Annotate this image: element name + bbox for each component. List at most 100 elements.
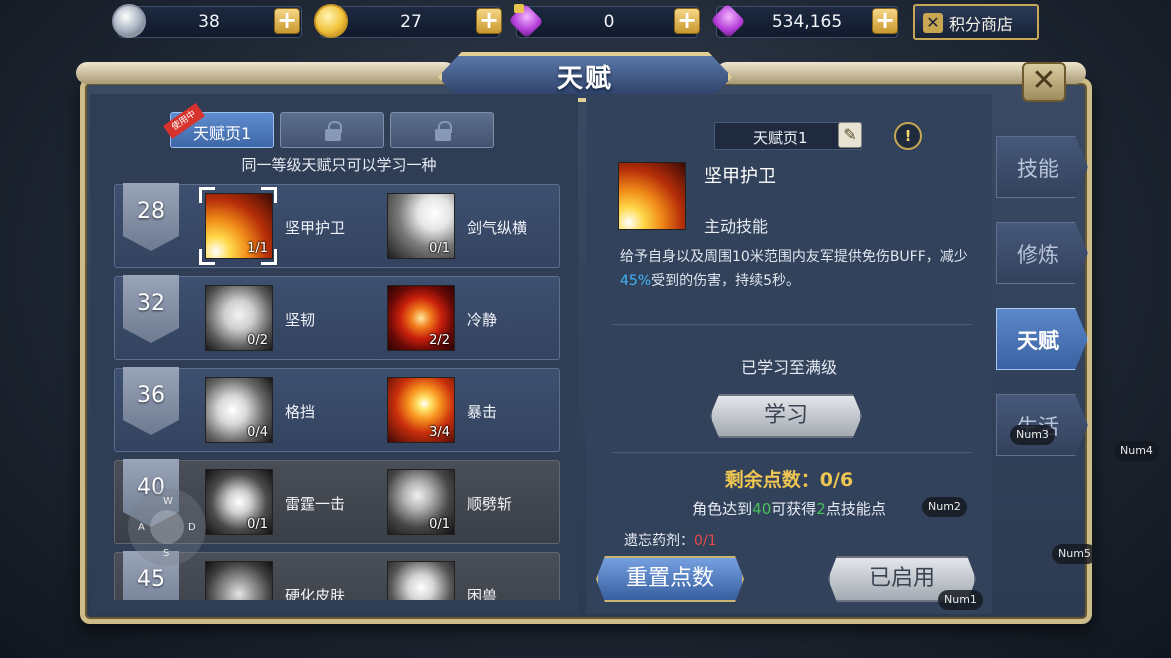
skill-name: 困兽 xyxy=(467,587,498,600)
lock-icon xyxy=(435,121,452,141)
level-number: 32 xyxy=(137,291,165,316)
skill-count: 0/1 xyxy=(429,241,450,256)
add-bound-gem-button[interactable]: + xyxy=(674,8,700,34)
frame-wing-left xyxy=(76,62,456,84)
skill-count: 3/4 xyxy=(429,425,450,440)
description-highlight: 45% xyxy=(620,273,652,289)
hardened-skin-icon[interactable] xyxy=(205,561,273,600)
joystick-key-a: A xyxy=(138,522,145,533)
key-hint-num5[interactable]: Num5 xyxy=(1052,544,1097,564)
tab-talent-page-2[interactable] xyxy=(280,112,384,148)
selection-corner xyxy=(261,187,277,203)
skill-name: 冷静 xyxy=(467,311,498,329)
talent-row-36: 36 0/4 格挡 3/4 暴击 xyxy=(114,367,560,452)
description-text: 给予自身以及周围10米范围内友军提供免伤BUFF，减少 xyxy=(620,249,968,265)
forget-potion: 遗忘药剂：0/1 xyxy=(624,530,717,550)
rename-button[interactable]: ✎ xyxy=(838,122,862,148)
max-level-text: 已学习至满级 xyxy=(740,358,837,377)
tab-talent-page-1-label: 天赋页1 xyxy=(193,124,252,143)
divider xyxy=(612,452,972,453)
side-tab-talent[interactable]: 天赋 xyxy=(996,308,1088,370)
currency-gem-value: 534,165 xyxy=(771,12,843,32)
skill-count: 0/4 xyxy=(247,425,268,440)
currency-bound-gem: 0 xyxy=(516,6,698,38)
skill-name: 暴击 xyxy=(467,403,498,421)
points-hint-text: 点技能点 xyxy=(825,500,886,518)
learn-button[interactable]: 学习 xyxy=(710,394,862,438)
points-hint-level: 40 xyxy=(752,500,772,518)
pencil-icon: ✎ xyxy=(843,125,857,144)
silver-coin-icon xyxy=(112,4,146,38)
skill-count: 0/2 xyxy=(247,333,268,348)
skill-name: 格挡 xyxy=(285,403,316,421)
reset-points-button[interactable]: 重置点数 xyxy=(596,556,744,602)
tab-talent-page-3[interactable] xyxy=(390,112,494,148)
add-gem-button[interactable]: + xyxy=(872,8,898,34)
critical-burst-icon[interactable]: 3/4 xyxy=(387,377,455,443)
level-number: 36 xyxy=(137,383,165,408)
trapped-beast-icon[interactable] xyxy=(387,561,455,600)
key-hint-num2[interactable]: Num2 xyxy=(922,497,967,517)
gold-coin-icon xyxy=(314,4,348,38)
skill-name: 坚韧 xyxy=(285,311,316,329)
skill-count: 0/1 xyxy=(247,517,268,532)
joystick-knob[interactable] xyxy=(150,510,184,544)
lock-icon xyxy=(514,4,524,13)
skill-name: 坚甲护卫 xyxy=(285,219,346,237)
calm-aura-icon[interactable]: 2/2 xyxy=(387,285,455,351)
forget-potion-label: 遗忘药剂： xyxy=(624,533,694,549)
skill-name: 顺劈斩 xyxy=(467,495,513,513)
close-button[interactable]: ✕ xyxy=(1022,62,1066,102)
skill-name: 硬化皮肤 xyxy=(285,587,346,600)
side-tab-training[interactable]: 修炼 xyxy=(996,222,1088,284)
side-tab-skills[interactable]: 技能 xyxy=(996,136,1088,198)
talent-row-32: 32 0/2 坚韧 2/2 冷静 xyxy=(114,275,560,360)
side-tab-label: 天赋 xyxy=(1017,329,1059,353)
currency-silver-value: 38 xyxy=(198,12,220,32)
cleave-icon[interactable]: 0/1 xyxy=(387,469,455,535)
window-title: 天赋 xyxy=(556,64,613,94)
talent-page-name: 天赋页1 xyxy=(753,129,808,147)
shield-icon[interactable]: 0/2 xyxy=(205,285,273,351)
joystick-key-w: W xyxy=(163,496,173,507)
talent-rule-hint: 同一等级天赋只可以学习一种 xyxy=(241,156,437,174)
divider xyxy=(612,324,972,325)
block-icon[interactable]: 0/4 xyxy=(205,377,273,443)
sword-slash-icon[interactable]: 0/1 xyxy=(387,193,455,259)
add-gold-button[interactable]: + xyxy=(476,8,502,34)
detail-skill-name: 坚甲护卫 xyxy=(704,166,776,187)
skill-name: 雷霆一击 xyxy=(285,495,346,513)
talent-row-28: 28 1/1 坚甲护卫 0/1 剑气纵横 xyxy=(114,183,560,268)
exclamation-icon: ! xyxy=(904,127,912,145)
key-hint-num4[interactable]: Num4 xyxy=(1114,441,1159,461)
points-hint-text: 可获得 xyxy=(771,500,817,518)
detail-skill-description: 给予自身以及周围10米范围内友军提供免伤BUFF，减少 45%受到的伤害，持续5秒… xyxy=(620,245,976,293)
detail-skill-type: 主动技能 xyxy=(704,217,769,236)
info-button[interactable]: ! xyxy=(894,122,922,150)
thunder-icon[interactable]: 0/1 xyxy=(205,469,273,535)
side-tab-label: 技能 xyxy=(1017,157,1059,181)
description-text: 受到的伤害，持续5秒。 xyxy=(651,273,801,289)
key-hint-num3[interactable]: Num3 xyxy=(1010,425,1055,445)
joystick-key-s: S xyxy=(163,548,170,559)
points-hint-text: 角色达到 xyxy=(692,500,753,518)
selection-corner xyxy=(199,187,215,203)
level-number: 45 xyxy=(137,567,165,592)
skill-count: 0/1 xyxy=(429,517,450,532)
points-shop-button[interactable]: ✕ 积分商店 xyxy=(913,4,1039,40)
shop-icon: ✕ xyxy=(923,13,943,33)
joystick-key-d: D xyxy=(188,522,196,533)
remaining-points: 剩余点数：0/6 xyxy=(724,469,854,491)
points-shop-label: 积分商店 xyxy=(949,15,1014,34)
add-silver-button[interactable]: + xyxy=(274,8,300,34)
skill-name: 剑气纵横 xyxy=(467,219,528,237)
forget-potion-value: 0/1 xyxy=(694,533,717,549)
lock-icon xyxy=(325,121,342,141)
points-hint-count: 2 xyxy=(816,500,826,518)
selection-corner xyxy=(261,249,277,265)
currency-gold-value: 27 xyxy=(400,12,422,32)
key-hint-num1[interactable]: Num1 xyxy=(938,590,983,610)
close-icon: ✕ xyxy=(1031,63,1057,98)
selection-corner xyxy=(199,249,215,265)
skill-count: 2/2 xyxy=(429,333,450,348)
